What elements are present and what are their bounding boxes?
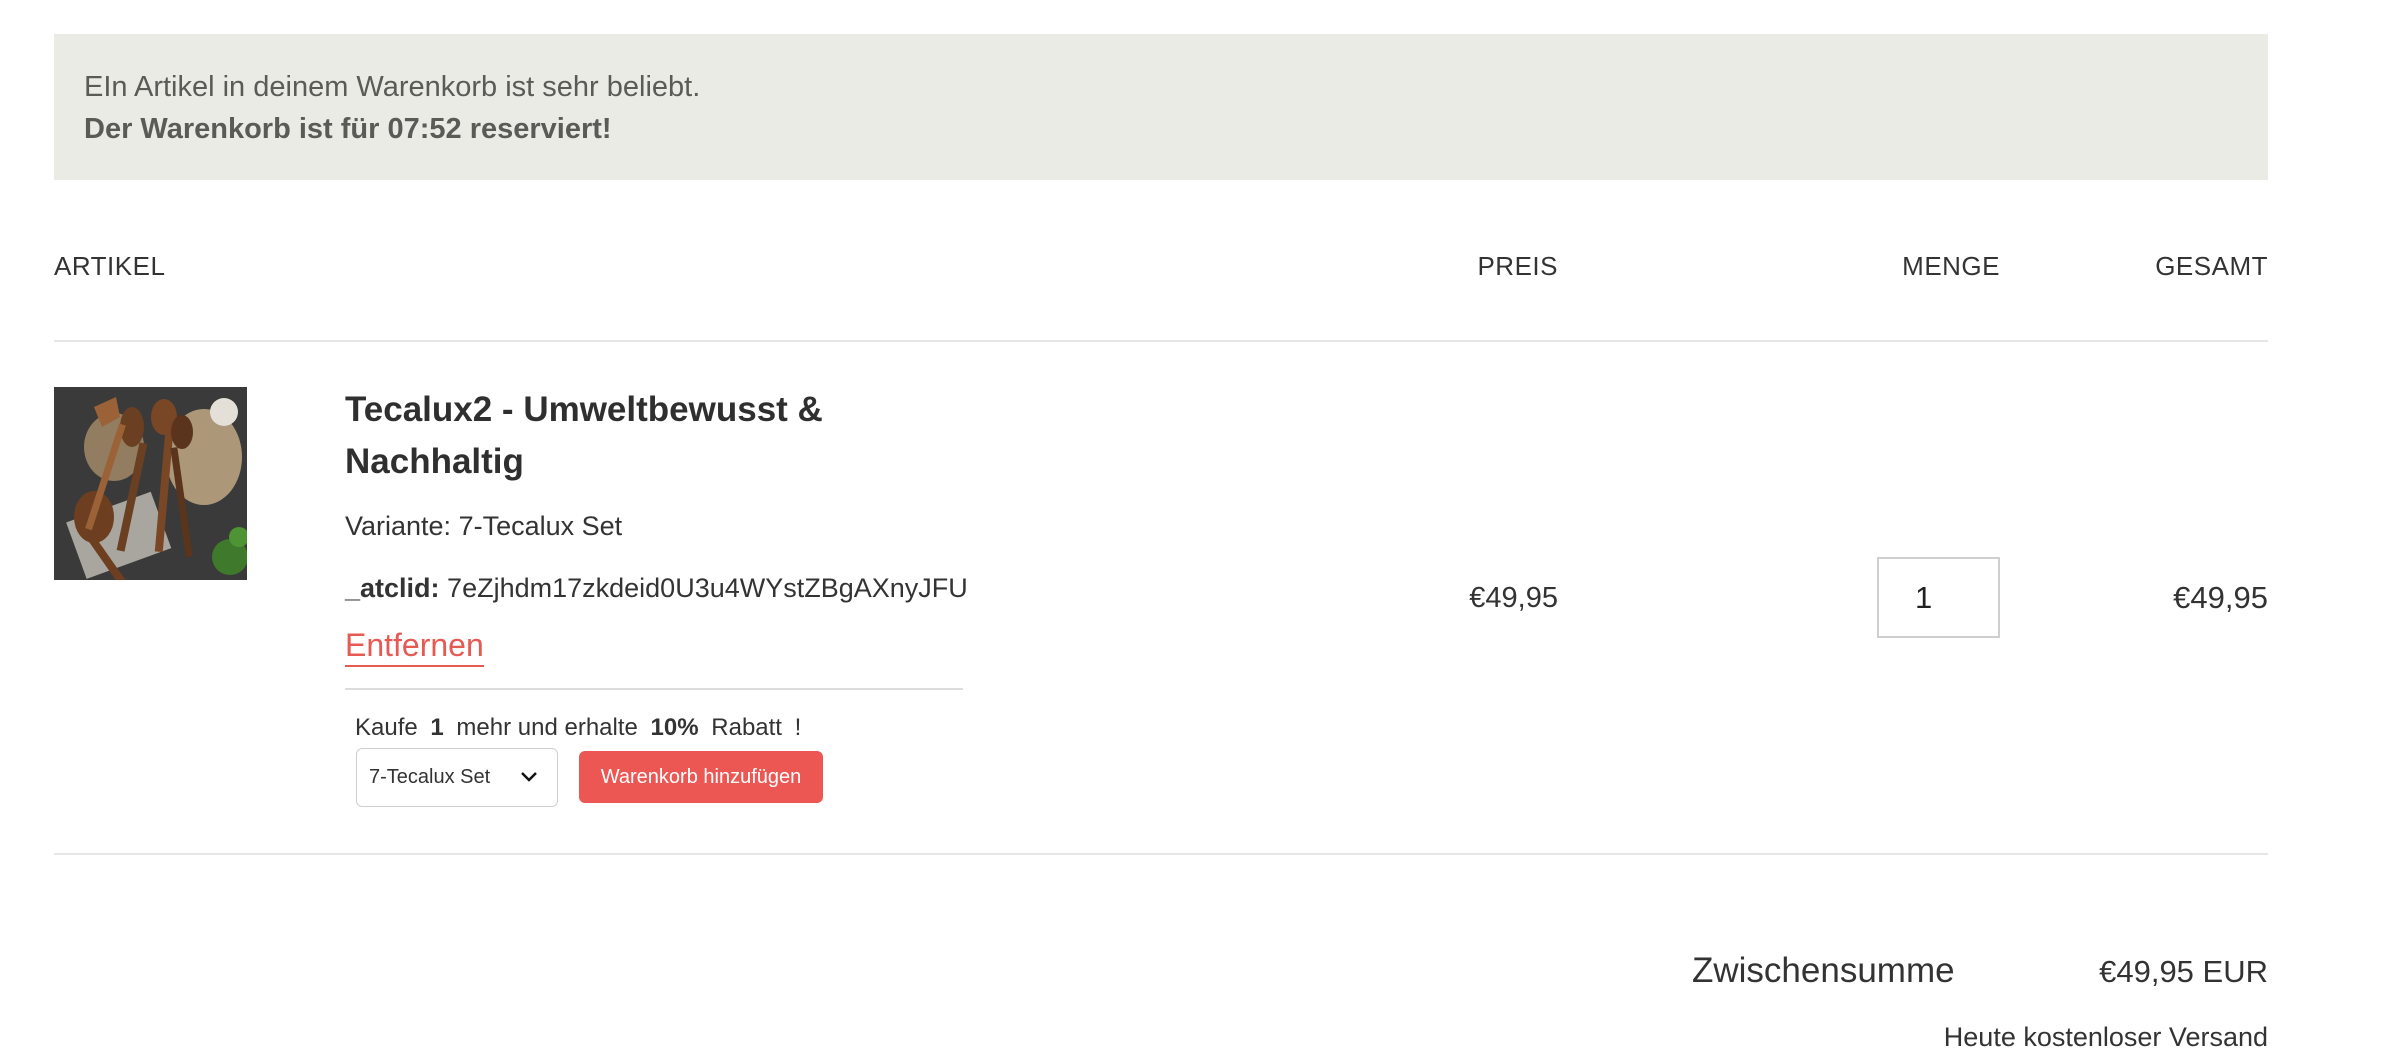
product-atclid: _atclid: 7eZjhdm17zkdeid0U3u4WYstZBgAXny…	[345, 570, 968, 606]
add-to-cart-button[interactable]: Warenkorb hinzufügen	[579, 751, 823, 803]
header-menge: MENGE	[1902, 251, 2000, 281]
upsell-message: Kaufe 1 mehr und erhalte 10% Rabatt !	[355, 712, 807, 744]
product-variant: Variante: 7-Tecalux Set	[345, 511, 623, 541]
chevron-down-icon	[521, 772, 537, 782]
upsell-mid: mehr und erhalte	[456, 714, 638, 741]
upsell-selected-option: 7-Tecalux Set	[369, 766, 491, 788]
subtotal-value: €49,95 EUR	[2099, 954, 2268, 989]
notice-line-reserved: Der Warenkorb ist für 07:52 reserviert!	[84, 113, 612, 145]
quantity-input[interactable]	[1877, 557, 2000, 638]
header-gesamt: GESAMT	[2155, 251, 2268, 281]
item-total: €49,95	[2173, 580, 2268, 615]
product-title[interactable]: Tecalux2 - Umweltbewusst & Nachhaltig	[345, 384, 965, 488]
header-preis: PREIS	[1477, 251, 1558, 281]
upsell-post: Rabatt	[711, 714, 782, 741]
header-artikel: ARTIKEL	[54, 251, 166, 281]
atclid-value: 7eZjhdm17zkdeid0U3u4WYstZBgAXnyJFU	[447, 573, 968, 603]
upsell-bang: !	[794, 714, 802, 741]
popularity-notice: EIn Artikel in deinem Warenkorb ist sehr…	[54, 34, 2268, 180]
header-divider	[54, 340, 2268, 342]
items-divider	[54, 853, 2268, 855]
remove-item-link[interactable]: Entfernen	[345, 625, 484, 667]
atclid-label: _atclid:	[345, 573, 440, 603]
upsell-count: 1	[430, 714, 444, 741]
upsell-variant-select[interactable]: 7-Tecalux Set	[356, 748, 558, 807]
notice-line-popular: EIn Artikel in deinem Warenkorb ist sehr…	[84, 71, 701, 103]
subtotal-label: Zwischensumme	[1692, 951, 1955, 990]
shipping-note: Heute kostenloser Versand	[1943, 1022, 2268, 1052]
upsell-divider	[345, 688, 963, 690]
upsell-percent: 10%	[650, 714, 699, 741]
product-image[interactable]	[54, 387, 247, 580]
item-price: €49,95	[1469, 582, 1558, 614]
cart-page: EIn Artikel in deinem Warenkorb ist sehr…	[0, 0, 2390, 1064]
wooden-utensils-icon	[54, 387, 247, 580]
upsell-pre: Kaufe	[355, 714, 418, 741]
